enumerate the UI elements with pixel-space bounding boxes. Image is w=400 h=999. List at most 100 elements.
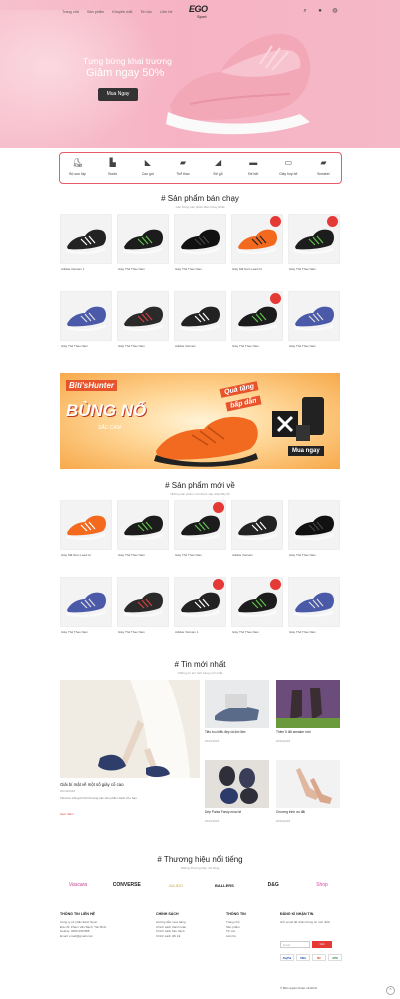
product-card[interactable]: Giày Thể Thao Nam — [288, 577, 340, 647]
product-name[interactable]: Giày Mã Nam Lead Gt — [232, 267, 282, 271]
brand-logo[interactable]: D&G — [255, 882, 291, 888]
category-label: Boots — [108, 172, 118, 176]
nav-contact[interactable]: Liên hệ — [160, 10, 172, 14]
category-sport[interactable]: ▰ Thể thao — [165, 153, 200, 183]
product-card[interactable]: Adidas Vietnam 1 — [174, 577, 226, 647]
scroll-to-top-icon[interactable]: ⌃ — [386, 986, 395, 995]
product-image[interactable] — [117, 577, 169, 627]
product-image[interactable] — [117, 291, 169, 341]
product-name[interactable]: Giày Thể Thao Nam — [289, 267, 339, 271]
news-main-image[interactable] — [60, 680, 200, 778]
product-image[interactable] — [117, 214, 169, 264]
product-image[interactable] — [60, 291, 112, 341]
product-name[interactable]: Giày Thể Thao Nam — [175, 553, 225, 557]
product-card[interactable]: Adidas Vietnam — [231, 500, 283, 570]
nav-products[interactable]: Sản phẩm — [87, 10, 104, 14]
product-name[interactable]: Giày Thể Thao Nam — [118, 553, 168, 557]
subscribe-email-input[interactable]: Email — [280, 941, 310, 948]
category-label: Thể thao — [176, 172, 190, 176]
product-image[interactable] — [288, 291, 340, 341]
search-icon[interactable]: ⌕ — [302, 8, 308, 14]
product-card[interactable]: Giày Thể Thao Nam — [117, 214, 169, 284]
category-boots[interactable]: ▙ Boots — [95, 153, 130, 183]
product-name[interactable]: Giày Thể Thao Nam — [289, 344, 339, 348]
product-name[interactable]: Giày Thể Thao Nam — [175, 267, 225, 271]
category-label: Giày búp bê — [279, 172, 298, 176]
cart-icon[interactable]: ◍ — [332, 8, 338, 14]
banner-subheadline: SẮC CAM — [98, 425, 121, 431]
product-card[interactable]: Giày Thể Thao Nam — [231, 577, 283, 647]
footer-link[interactable]: Chính sách đổi trả — [156, 934, 206, 939]
product-name[interactable]: Adidas Vietnam — [232, 553, 282, 557]
new-products-subtitle: Những sản phẩm mới được cập nhật đầy đủ — [170, 492, 230, 496]
product-image[interactable] — [231, 291, 283, 341]
user-icon[interactable]: ● — [317, 8, 323, 14]
banner-buy-button[interactable]: Mua ngay — [288, 446, 324, 456]
product-card[interactable]: Giày Thể Thao Nam — [174, 500, 226, 570]
product-image[interactable] — [60, 577, 112, 627]
product-card[interactable]: Giày Thể Thao Nam — [117, 500, 169, 570]
site-logo[interactable]: EGO Sport — [183, 4, 219, 20]
product-image[interactable] — [231, 500, 283, 550]
product-name[interactable]: Adidas Vietnam 1 — [61, 267, 111, 271]
product-card[interactable]: Giày Thể Thao Nam — [174, 214, 226, 284]
product-name[interactable]: Giày Thể Thao Nam — [232, 630, 282, 634]
product-name[interactable]: Giày Thể Thao Nam — [118, 344, 168, 348]
brand-logo[interactable]: Shop — [304, 882, 340, 888]
brand-logo[interactable]: BALLERS — [206, 883, 242, 888]
product-name[interactable]: Giày Thể Thao Nam — [118, 267, 168, 271]
product-image[interactable] — [174, 214, 226, 264]
product-name[interactable]: Adidas Vietnam — [175, 344, 225, 348]
product-name[interactable]: Giày Thể Thao Nam — [289, 553, 339, 557]
subscribe-button[interactable]: Gửi — [312, 941, 332, 948]
product-image[interactable] — [60, 214, 112, 264]
product-card[interactable]: Giày Thể Thao Nam — [60, 577, 112, 647]
nav-news[interactable]: Tin tức — [140, 10, 152, 14]
footer-contact: THÔNG TIN LIÊN HỆ Công ty cổ phần EGO Sp… — [60, 912, 130, 938]
product-card[interactable]: Giày Thể Thao Nam — [288, 500, 340, 570]
footer-link[interactable]: Liên hệ — [226, 934, 266, 939]
category-collection[interactable]: ⛸ Bộ sưu tập — [60, 153, 95, 183]
category-doll[interactable]: ▭ Giày búp bê — [271, 153, 306, 183]
product-image[interactable] — [174, 500, 226, 550]
brand-logo[interactable]: JULIDO — [158, 883, 194, 888]
news-main-read-more[interactable]: Xem thêm — [60, 812, 74, 816]
brand-logo[interactable]: Vascara — [60, 882, 96, 888]
product-name[interactable]: Giày Mã Nam Lead Gt — [61, 553, 111, 557]
product-name[interactable]: Giày Thể Thao Nam — [232, 344, 282, 348]
category-sneaker[interactable]: ▰ Sneaker — [306, 153, 341, 183]
product-card[interactable]: Giày Mã Nam Lead Gt — [60, 500, 112, 570]
product-name[interactable]: Giày Thể Thao Nam — [61, 344, 111, 348]
nav-promotions[interactable]: Khuyến mãi — [112, 10, 132, 14]
product-card[interactable]: Giày Thể Thao Nam — [117, 577, 169, 647]
promo-banner[interactable]: Biti'sHunter BÙNG NỔ SẮC CAM Quà tặng bấ… — [60, 373, 340, 469]
product-image[interactable] — [288, 577, 340, 627]
product-image[interactable] — [174, 291, 226, 341]
product-card[interactable]: Giày Mã Nam Lead Gt — [231, 214, 283, 284]
product-name[interactable]: Giày Thể Thao Nam — [61, 630, 111, 634]
product-image[interactable] — [231, 577, 283, 627]
product-image[interactable] — [288, 500, 340, 550]
product-name[interactable]: Giày Thể Thao Nam — [289, 630, 339, 634]
product-card[interactable]: Adidas Vietnam — [174, 291, 226, 361]
category-wood[interactable]: ◢ Đế gỗ — [201, 153, 236, 183]
nav-home[interactable]: Trang chủ — [62, 10, 79, 14]
product-card[interactable]: Giày Thể Thao Nam — [60, 291, 112, 361]
product-name[interactable]: Giày Thể Thao Nam — [118, 630, 168, 634]
product-card[interactable]: Giày Thể Thao Nam — [117, 291, 169, 361]
brand-logo[interactable]: CONVERSE — [109, 882, 145, 888]
news-main-title[interactable]: Giải bí mật về một số giày cổ cao — [60, 782, 200, 787]
product-image[interactable] — [288, 214, 340, 264]
product-name[interactable]: Adidas Vietnam 1 — [175, 630, 225, 634]
category-flat[interactable]: ▬ Đế bệt — [236, 153, 271, 183]
hero-buy-button[interactable]: Mua Ngay — [98, 88, 138, 101]
product-image[interactable] — [231, 214, 283, 264]
product-image[interactable] — [60, 500, 112, 550]
product-card[interactable]: Giày Thể Thao Nam — [231, 291, 283, 361]
product-card[interactable]: Giày Thể Thao Nam — [288, 214, 340, 284]
product-card[interactable]: Giày Thể Thao Nam — [288, 291, 340, 361]
product-image[interactable] — [174, 577, 226, 627]
product-image[interactable] — [117, 500, 169, 550]
category-heels[interactable]: ◣ Cao gót — [130, 153, 165, 183]
product-card[interactable]: Adidas Vietnam 1 — [60, 214, 112, 284]
